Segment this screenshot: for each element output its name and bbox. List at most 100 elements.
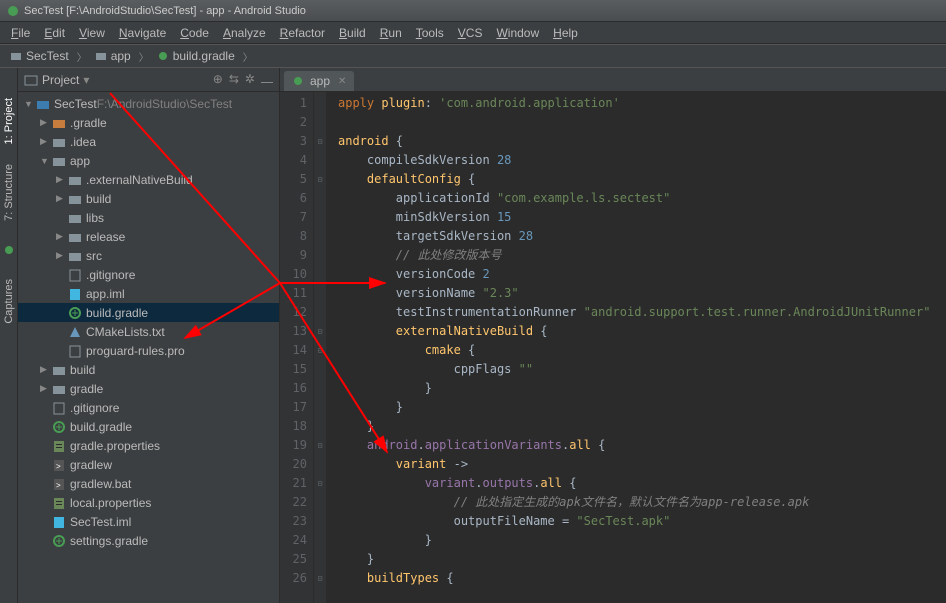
code-line[interactable]: cppFlags "" — [338, 360, 946, 379]
code-line[interactable]: android.applicationVariants.all { — [338, 436, 946, 455]
tool-tab-captures[interactable]: Captures — [3, 279, 15, 324]
tree-item-libs[interactable]: libs — [18, 208, 279, 227]
fold-marker[interactable]: ⊟ — [314, 569, 326, 588]
close-icon[interactable]: ✕ — [338, 76, 346, 87]
tree-item-settings-gradle[interactable]: settings.gradle — [18, 531, 279, 550]
tree-item-release[interactable]: ▶release — [18, 227, 279, 246]
breadcrumb-sectest[interactable]: SecTest — [6, 49, 73, 63]
breadcrumb-app[interactable]: app — [91, 49, 135, 63]
tree-item-cmakelists-txt[interactable]: CMakeLists.txt — [18, 322, 279, 341]
code-line[interactable]: } — [338, 531, 946, 550]
code-line[interactable]: defaultConfig { — [338, 170, 946, 189]
code-line[interactable]: testInstrumentationRunner "android.suppo… — [338, 303, 946, 322]
code-line[interactable]: apply plugin: 'com.android.application' — [338, 94, 946, 113]
code-line[interactable]: outputFileName = "SecTest.apk" — [338, 512, 946, 531]
tree-item-sectest[interactable]: ▼SecTest F:\AndroidStudio\SecTest — [18, 94, 279, 113]
tree-item-local-properties[interactable]: local.properties — [18, 493, 279, 512]
menu-navigate[interactable]: Navigate — [112, 24, 173, 42]
breadcrumb-build-gradle[interactable]: build.gradle — [153, 49, 239, 63]
menu-vcs[interactable]: VCS — [451, 24, 490, 42]
tree-item-gradlew[interactable]: >gradlew — [18, 455, 279, 474]
menu-run[interactable]: Run — [373, 24, 409, 42]
menu-help[interactable]: Help — [546, 24, 585, 42]
tree-item-gradlew-bat[interactable]: >gradlew.bat — [18, 474, 279, 493]
expand-arrow-icon[interactable]: ▶ — [40, 383, 50, 394]
expand-arrow-icon[interactable]: ▶ — [56, 193, 66, 204]
menu-view[interactable]: View — [72, 24, 112, 42]
menu-build[interactable]: Build — [332, 24, 373, 42]
menu-edit[interactable]: Edit — [37, 24, 72, 42]
tree-item-proguard-rules-pro[interactable]: proguard-rules.pro — [18, 341, 279, 360]
code-line[interactable] — [338, 113, 946, 132]
expand-arrow-icon[interactable]: ▶ — [40, 136, 50, 147]
code-editor[interactable]: 1234567891011121314151617181920212223242… — [280, 92, 946, 603]
expand-arrow-icon[interactable]: ▶ — [56, 231, 66, 242]
menu-refactor[interactable]: Refactor — [273, 24, 332, 42]
tree-item--gitignore[interactable]: .gitignore — [18, 398, 279, 417]
panel-tool-icon[interactable]: ⇆ — [229, 72, 239, 87]
expand-arrow-icon[interactable]: ▼ — [24, 99, 34, 109]
panel-tool-icon[interactable]: ⎼ — [261, 72, 273, 87]
expand-arrow-icon[interactable]: ▼ — [40, 156, 50, 166]
code-line[interactable]: // 此处修改版本号 — [338, 246, 946, 265]
code-content[interactable]: apply plugin: 'com.android.application' … — [326, 92, 946, 603]
code-line[interactable]: variant -> — [338, 455, 946, 474]
menu-code[interactable]: Code — [173, 24, 216, 42]
code-line[interactable]: externalNativeBuild { — [338, 322, 946, 341]
panel-tool-icon[interactable]: ✲ — [245, 72, 255, 87]
code-line[interactable]: } — [338, 550, 946, 569]
breadcrumb-separator: 〉 — [77, 49, 87, 64]
tree-item-src[interactable]: ▶src — [18, 246, 279, 265]
code-line[interactable]: } — [338, 417, 946, 436]
tree-label: SecTest — [54, 97, 97, 111]
menu-analyze[interactable]: Analyze — [216, 24, 273, 42]
code-line[interactable]: android { — [338, 132, 946, 151]
code-line[interactable]: // 此处指定生成的apk文件名，默认文件名为app-release.apk — [338, 493, 946, 512]
tree-item-build[interactable]: ▶build — [18, 360, 279, 379]
expand-arrow-icon[interactable]: ▶ — [56, 174, 66, 185]
code-line[interactable]: targetSdkVersion 28 — [338, 227, 946, 246]
tree-item-build-gradle[interactable]: build.gradle — [18, 303, 279, 322]
tree-item-sectest-iml[interactable]: SecTest.iml — [18, 512, 279, 531]
tree-item-build-gradle[interactable]: build.gradle — [18, 417, 279, 436]
fold-marker[interactable]: ⊟ — [314, 170, 326, 189]
tree-item-build[interactable]: ▶build — [18, 189, 279, 208]
code-line[interactable]: compileSdkVersion 28 — [338, 151, 946, 170]
editor-tab-app[interactable]: app ✕ — [284, 71, 354, 91]
code-line[interactable]: buildTypes { — [338, 569, 946, 588]
code-line[interactable]: versionCode 2 — [338, 265, 946, 284]
file-props-icon — [52, 439, 66, 453]
tool-tab--structure[interactable]: 7: Structure — [3, 164, 15, 221]
tool-tab--project[interactable]: 1: Project — [3, 98, 15, 144]
expand-arrow-icon[interactable]: ▶ — [40, 117, 50, 128]
tree-item-gradle[interactable]: ▶gradle — [18, 379, 279, 398]
tree-item-app-iml[interactable]: app.iml — [18, 284, 279, 303]
code-line[interactable]: versionName "2.3" — [338, 284, 946, 303]
code-line[interactable]: } — [338, 379, 946, 398]
fold-gutter[interactable]: ⊟⊟⊟⊟⊟⊟⊟ — [314, 92, 326, 603]
panel-tool-icon[interactable]: ⊕ — [213, 72, 223, 87]
tree-item-app[interactable]: ▼app — [18, 151, 279, 170]
fold-marker[interactable]: ⊟ — [314, 132, 326, 151]
tree-item-gradle-properties[interactable]: gradle.properties — [18, 436, 279, 455]
code-line[interactable]: } — [338, 398, 946, 417]
expand-arrow-icon[interactable]: ▶ — [56, 250, 66, 261]
dropdown-icon[interactable]: ▾ — [83, 73, 89, 87]
tree-item--idea[interactable]: ▶.idea — [18, 132, 279, 151]
menu-tools[interactable]: Tools — [409, 24, 451, 42]
tree-item--gitignore[interactable]: .gitignore — [18, 265, 279, 284]
fold-marker[interactable]: ⊟ — [314, 322, 326, 341]
fold-marker[interactable]: ⊟ — [314, 474, 326, 493]
project-tree[interactable]: ▼SecTest F:\AndroidStudio\SecTest▶.gradl… — [18, 92, 279, 603]
tree-item--externalnativebuild[interactable]: ▶.externalNativeBuild — [18, 170, 279, 189]
fold-marker[interactable]: ⊟ — [314, 436, 326, 455]
code-line[interactable]: cmake { — [338, 341, 946, 360]
code-line[interactable]: variant.outputs.all { — [338, 474, 946, 493]
expand-arrow-icon[interactable]: ▶ — [40, 364, 50, 375]
tree-item--gradle[interactable]: ▶.gradle — [18, 113, 279, 132]
code-line[interactable]: applicationId "com.example.ls.sectest" — [338, 189, 946, 208]
fold-marker[interactable]: ⊟ — [314, 341, 326, 360]
code-line[interactable]: minSdkVersion 15 — [338, 208, 946, 227]
menu-window[interactable]: Window — [489, 24, 546, 42]
menu-file[interactable]: File — [4, 24, 37, 42]
